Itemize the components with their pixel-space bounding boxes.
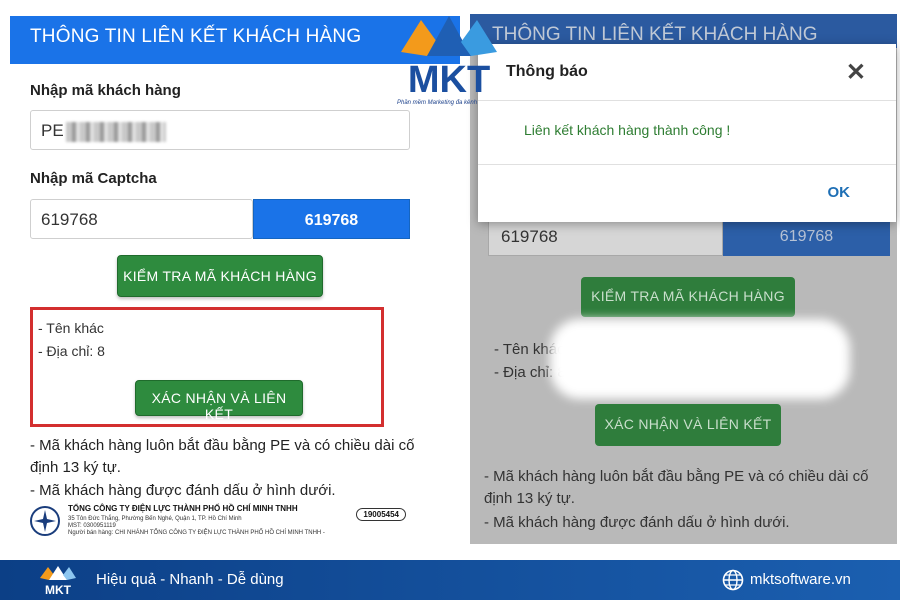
right-captcha-image: 619768 [723, 216, 890, 256]
customer-code-input[interactable]: PE [30, 110, 410, 150]
footer-slogan: Hiệu quả - Nhanh - Dễ dùng [96, 571, 284, 588]
globe-icon [722, 569, 744, 591]
result-highlight-box: - Tên khác - Địa chỉ: 8 XÁC NHẬN VÀ LIÊN… [30, 307, 384, 427]
redacted-info-blur [550, 319, 850, 399]
bill-address: 35 Tôn Đức Thắng, Phường Bến Nghé, Quận … [68, 516, 242, 522]
right-captcha-input[interactable]: 619768 [488, 216, 723, 256]
redacted-code [65, 121, 166, 142]
right-note-code-format: - Mã khách hàng luôn bắt đầu bằng PE và … [484, 468, 869, 507]
evn-logo-icon [30, 506, 60, 536]
bill-company-name: TỔNG CÔNG TY ĐIỆN LỰC THÀNH PHỐ HỒ CHÍ M… [68, 504, 298, 513]
dialog-success-message: Liên kết khách hàng thành công ! [524, 122, 731, 138]
right-confirm-link-button[interactable]: XÁC NHẬN VÀ LIÊN KẾT [595, 404, 781, 446]
bill-tax-code: MST: 0300951119 [68, 523, 116, 529]
right-form-header: THÔNG TIN LIÊN KẾT KHÁCH HÀNG [470, 14, 897, 48]
result-customer-address: - Địa chỉ: 8 [38, 343, 105, 359]
customer-code-value: PE [41, 121, 64, 140]
right-check-customer-button[interactable]: KIỂM TRA MÃ KHÁCH HÀNG [581, 277, 795, 317]
customer-code-label: Nhập mã khách hàng [30, 82, 181, 99]
captcha-input[interactable]: 619768 [30, 199, 253, 239]
bill-branch: Người bán hàng: CHI NHÁNH TỔNG CÔNG TY Đ… [68, 530, 325, 536]
screenshot-stage: THÔNG TIN LIÊN KẾT KHÁCH HÀNG Nhập mã kh… [0, 0, 900, 600]
note-code-format: - Mã khách hàng luôn bắt đầu bằng PE và … [30, 437, 415, 476]
close-icon[interactable]: ✕ [846, 58, 866, 87]
captcha-label: Nhập mã Captcha [30, 170, 157, 187]
bill-hotline: 19005454 [356, 508, 406, 521]
check-customer-button[interactable]: KIỂM TRA MÃ KHÁCH HÀNG [117, 255, 323, 297]
mkt-logo-tagline: Phần mềm Marketing đa kênh [397, 100, 478, 106]
note-code-marked: - Mã khách hàng được đánh dấu ở hình dướ… [30, 482, 336, 499]
footer-logo-text: MKT [45, 583, 72, 596]
bill-preview: TỔNG CÔNG TY ĐIỆN LỰC THÀNH PHỐ HỒ CHÍ M… [30, 502, 410, 544]
captcha-image: 619768 [253, 199, 410, 239]
mkt-logo: MKT Phần mềm Marketing đa kênh [393, 12, 505, 112]
result-customer-name: - Tên khác [38, 320, 104, 336]
brand-footer-bar: MKT Hiệu quả - Nhanh - Dễ dùng mktsoftwa… [0, 560, 900, 600]
right-note-code-marked: - Mã khách hàng được đánh dấu ở hình dướ… [484, 514, 790, 531]
notification-dialog: Thông báo ✕ Liên kết khách hàng thành cô… [478, 44, 896, 222]
mkt-logo-text: MKT [408, 59, 490, 98]
confirm-link-button[interactable]: XÁC NHẬN VÀ LIÊN KẾT [135, 380, 303, 422]
dialog-divider-top [478, 100, 896, 101]
dialog-divider-bottom [478, 164, 896, 165]
footer-mkt-logo-icon: MKT [40, 566, 76, 596]
dialog-title: Thông báo [506, 63, 588, 80]
dialog-ok-button[interactable]: OK [828, 184, 851, 201]
footer-website-link[interactable]: mktsoftware.vn [750, 571, 851, 588]
